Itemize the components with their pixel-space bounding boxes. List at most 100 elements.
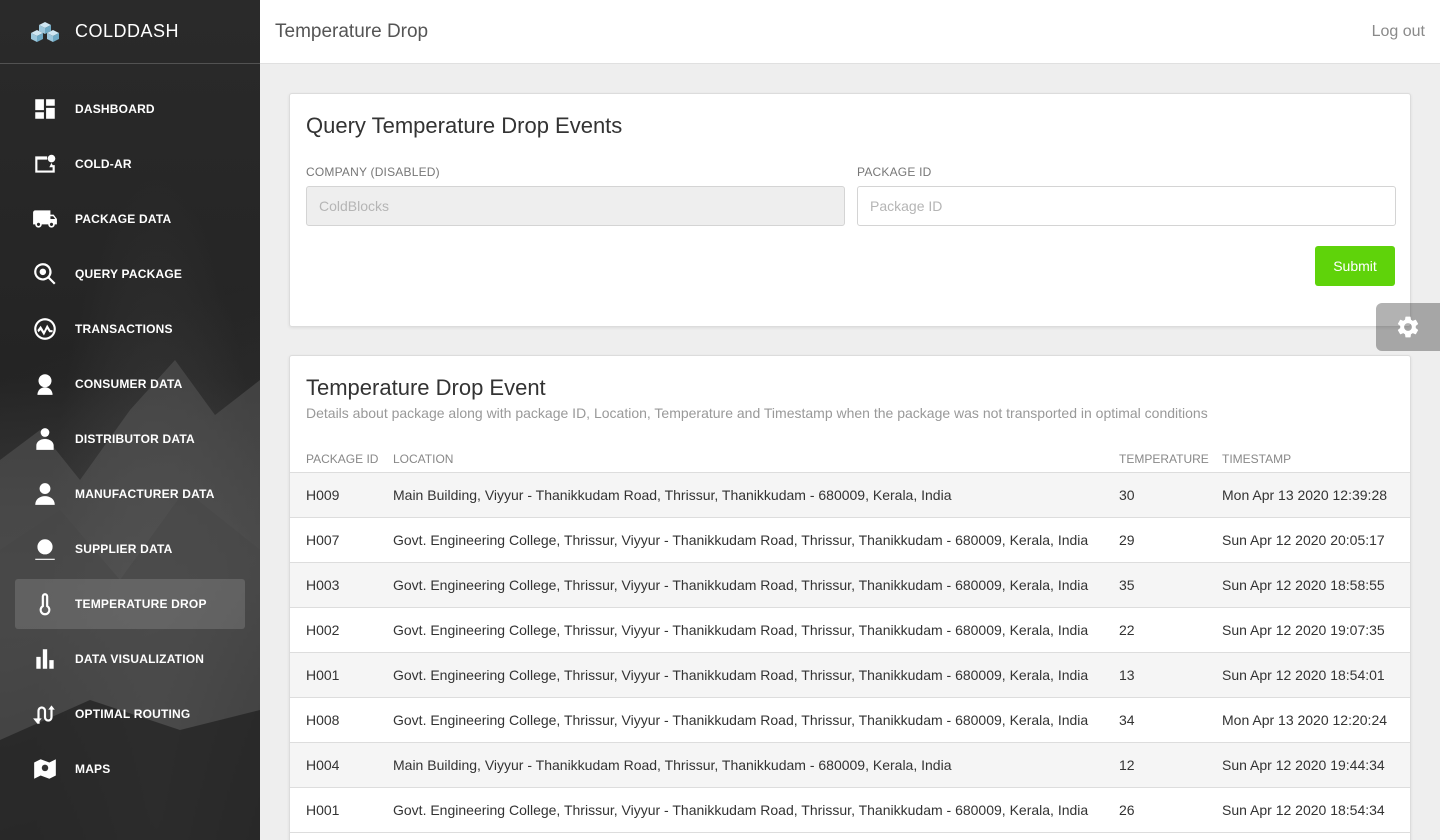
sidebar-item-query-package[interactable]: QUERY PACKAGE [15, 249, 245, 299]
table-row[interactable]: H008 Govt. Engineering College, Thrissur… [290, 697, 1410, 743]
cell-package-id: H009 [290, 472, 393, 518]
sidebar-item-transactions[interactable]: TRANSACTIONS [15, 304, 245, 354]
cell-location: Govt. Engineering College, Thrissur, Viy… [393, 697, 1119, 743]
cell-timestamp: Sun Apr 12 2020 18:54:34 [1222, 787, 1410, 833]
cell-location: Main Building, Viyyur - Thanikkudam Road… [393, 472, 1119, 518]
sidebar-item-package-data[interactable]: PACKAGE DATA [15, 194, 245, 244]
cell-package-id: H001 [290, 787, 393, 833]
cell-timestamp: Sun Apr 12 2020 19:07:35 [1222, 607, 1410, 653]
table-row[interactable]: H009 Main Building, Viyyur - Thanikkudam… [290, 472, 1410, 518]
sidebar-item-label: PACKAGE DATA [75, 212, 172, 226]
cell-package-id: H007 [290, 517, 393, 563]
distributor-icon [31, 425, 59, 453]
cell-timestamp: Mon Apr 13 2020 12:20:24 [1222, 697, 1410, 743]
bar-chart-icon [31, 645, 59, 673]
cell-location: Govt. Engineering College, Thrissur, Viy… [393, 517, 1119, 563]
sidebar-item-label: DATA VISUALIZATION [75, 652, 205, 666]
cell-location: Govt. Engineering College, Thrissur, Viy… [393, 607, 1119, 653]
top-navbar: Temperature Drop Log out [260, 0, 1440, 64]
sidebar-item-supplier-data[interactable]: SUPPLIER DATA [15, 524, 245, 574]
table-row[interactable]: H003 Govt. Engineering College, Thrissur… [290, 562, 1410, 608]
table-row[interactable]: H004 Main Building, Viyyur - Thanikkudam… [290, 742, 1410, 788]
sidebar-item-optimal-routing[interactable]: OPTIMAL ROUTING [15, 689, 245, 739]
sidebar-item-label: QUERY PACKAGE [75, 267, 183, 281]
column-header-timestamp[interactable]: TIMESTAMP [1222, 446, 1410, 473]
sidebar-item-consumer-data[interactable]: CONSUMER DATA [15, 359, 245, 409]
map-icon [31, 755, 59, 783]
cell-package-id: H004 [290, 742, 393, 788]
cell-location: Govt. Engineering College, Thrissur, Viy… [393, 787, 1119, 833]
sidebar-item-dashboard[interactable]: DASHBOARD [15, 84, 245, 134]
submit-button[interactable]: Submit [1315, 246, 1395, 286]
sidebar-item-temperature-drop[interactable]: TEMPERATURE DROP [15, 579, 245, 629]
company-field [306, 186, 845, 226]
thermometer-icon [31, 590, 59, 618]
cell-package-id: H001 [290, 652, 393, 698]
cell-location: Govt. Engineering College, Thrissur, Viy… [393, 652, 1119, 698]
supplier-icon [31, 535, 59, 563]
table-header-row: PACKAGE ID LOCATION TEMPERATURE TIMESTAM… [290, 446, 1410, 473]
sidebar-item-distributor-data[interactable]: DISTRIBUTOR DATA [15, 414, 245, 464]
sidebar-item-manufacturer-data[interactable]: MANUFACTURER DATA [15, 469, 245, 519]
cell-temperature: 30 [1119, 472, 1222, 518]
transactions-icon [31, 315, 59, 343]
cell-timestamp: Sun Apr 12 2020 18:58:55 [1222, 562, 1410, 608]
cell-timestamp: Mon Apr 13 2020 12:39:28 [1222, 472, 1410, 518]
logout-link[interactable]: Log out [1372, 23, 1425, 41]
cell-temperature: 26 [1119, 787, 1222, 833]
sidebar-item-data-visualization[interactable]: DATA VISUALIZATION [15, 634, 245, 684]
cell-temperature: 35 [1119, 562, 1222, 608]
cell-location: Govt. Engineering College, Thrissur, Viy… [393, 562, 1119, 608]
sidebar-item-label: COLD-AR [75, 157, 132, 171]
table-row[interactable]: H001 Govt. Engineering College, Thrissur… [290, 652, 1410, 698]
page-title: Temperature Drop [275, 20, 429, 42]
query-card: Query Temperature Drop Events COMPANY (D… [289, 93, 1411, 327]
table-row[interactable]: H007 Govt. Engineering College, Thrissur… [290, 517, 1410, 563]
person-icon [31, 480, 59, 508]
routing-icon [31, 700, 59, 728]
events-table: PACKAGE ID LOCATION TEMPERATURE TIMESTAM… [290, 446, 1410, 833]
dashboard-icon [31, 95, 59, 123]
gear-icon [1397, 316, 1419, 338]
sidebar-item-maps[interactable]: MAPS [15, 744, 245, 794]
column-header-temperature[interactable]: TEMPERATURE [1119, 446, 1222, 473]
cell-temperature: 29 [1119, 517, 1222, 563]
column-header-location[interactable]: LOCATION [393, 446, 1119, 473]
cell-timestamp: Sun Apr 12 2020 19:44:34 [1222, 742, 1410, 788]
sidebar-nav: DASHBOARD COLD-AR PACKAGE DATA QUERY PAC… [0, 64, 260, 794]
events-card: Temperature Drop Event Details about pac… [289, 355, 1411, 840]
sidebar-item-label: TRANSACTIONS [75, 322, 173, 336]
company-field-label: COMPANY (DISABLED) [306, 165, 440, 179]
truck-icon [31, 205, 59, 233]
table-row[interactable]: H002 Govt. Engineering College, Thrissur… [290, 607, 1410, 653]
search-icon [31, 260, 59, 288]
events-card-title: Temperature Drop Event [306, 375, 546, 400]
sidebar-item-label: SUPPLIER DATA [75, 542, 173, 556]
cell-timestamp: Sun Apr 12 2020 18:54:01 [1222, 652, 1410, 698]
sidebar-item-cold-ar[interactable]: COLD-AR [15, 139, 245, 189]
table-row[interactable]: H001 Govt. Engineering College, Thrissur… [290, 787, 1410, 833]
events-card-description: Details about package along with package… [306, 405, 1208, 421]
sidebar-item-label: CONSUMER DATA [75, 377, 183, 391]
cell-temperature: 12 [1119, 742, 1222, 788]
cell-temperature: 22 [1119, 607, 1222, 653]
brand[interactable]: COLDDASH [0, 0, 260, 64]
sidebar-item-label: DISTRIBUTOR DATA [75, 432, 195, 446]
cold-ar-icon [31, 150, 59, 178]
cell-package-id: H002 [290, 607, 393, 653]
sidebar-item-label: MANUFACTURER DATA [75, 487, 215, 501]
cubes-logo-icon [31, 21, 59, 42]
query-card-title: Query Temperature Drop Events [306, 113, 623, 138]
settings-button[interactable] [1376, 303, 1440, 351]
consumer-icon [31, 370, 59, 398]
package-id-input[interactable] [857, 186, 1396, 226]
sidebar-item-label: TEMPERATURE DROP [75, 597, 207, 611]
sidebar-item-label: OPTIMAL ROUTING [75, 707, 191, 721]
package-id-field-label: PACKAGE ID [857, 165, 932, 179]
cell-temperature: 34 [1119, 697, 1222, 743]
cell-package-id: H008 [290, 697, 393, 743]
column-header-package-id[interactable]: PACKAGE ID [290, 446, 393, 473]
sidebar-item-label: DASHBOARD [75, 102, 155, 116]
cell-timestamp: Sun Apr 12 2020 20:05:17 [1222, 517, 1410, 563]
sidebar: COLDDASH DASHBOARD COLD-AR PACKAGE DATA … [0, 0, 260, 840]
